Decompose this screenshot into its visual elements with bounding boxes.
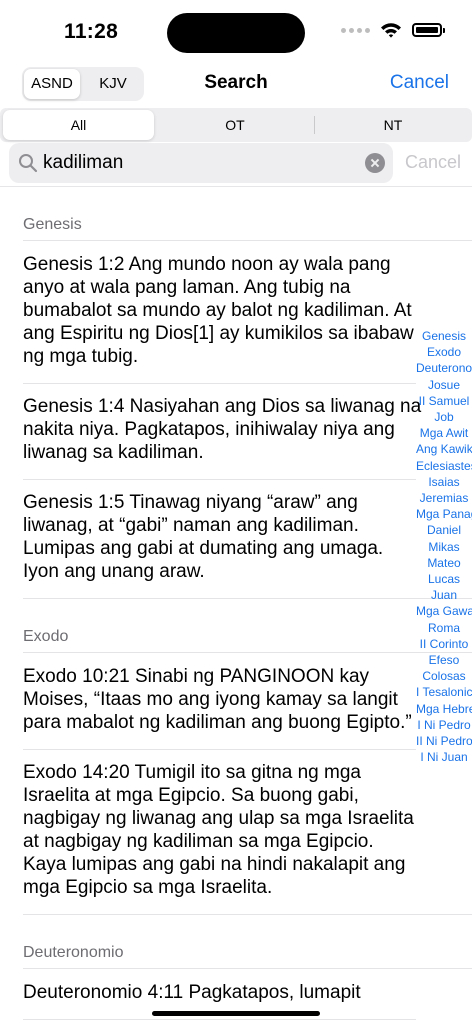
verse-result[interactable]: Genesis 1:4 Nasiyahan ang Dios sa liwana… [0,384,472,480]
scope-option-nt[interactable]: NT [316,110,470,140]
home-indicator[interactable] [152,1011,320,1016]
index-item[interactable]: II Ni Pedro [416,733,472,749]
index-item[interactable]: Mga Awit [416,425,472,441]
index-item[interactable]: II Samuel [416,393,472,409]
section-header-deuteronomio: Deuteronomio [0,915,472,969]
index-item[interactable]: Jeremias [416,490,472,506]
section-header-exodo: Exodo [0,599,472,653]
index-item[interactable]: Colosas [416,668,472,684]
search-field[interactable] [9,143,393,183]
battery-icon [412,23,445,37]
index-item[interactable]: Job [416,409,472,425]
index-item[interactable]: Daniel [416,522,472,538]
book-index-bar[interactable]: Genesis Exodo Deuteronomio Josue II Samu… [416,328,472,765]
index-item[interactable]: Ang Kawikaan [416,441,472,457]
cellular-signal-icon [341,27,370,33]
index-item[interactable]: I Ni Pedro [416,717,472,733]
index-item[interactable]: Juan [416,587,472,603]
index-item[interactable]: Josue [416,377,472,393]
index-item[interactable]: Isaias [416,474,472,490]
wifi-icon [381,23,401,38]
index-item[interactable]: Eclesiastes [416,458,472,474]
index-item[interactable]: Efeso [416,652,472,668]
index-item[interactable]: I Tesalonica [416,684,472,700]
search-results-list[interactable]: Genesis Genesis 1:2 Ang mundo noon ay wa… [0,187,472,1024]
index-item[interactable]: Mga Panaghoy [416,506,472,522]
index-item[interactable]: II Corinto [416,636,472,652]
nav-cancel-button[interactable]: Cancel [390,72,449,94]
verse-result[interactable]: Exodo 10:21 Sinabi ng PANGINOON kay Mois… [0,653,472,750]
index-item[interactable]: I Ni Juan [416,749,472,765]
section-header-genesis: Genesis [0,187,472,241]
dynamic-island [167,13,305,53]
verse-result[interactable]: Genesis 1:5 Tinawag niyang “araw” ang li… [0,480,472,599]
status-time: 11:28 [64,20,119,43]
index-item[interactable]: Exodo [416,344,472,360]
status-indicators [341,22,445,38]
index-item[interactable]: Deuteronomio [416,360,472,376]
search-icon [19,154,38,173]
navigation-bar: ASND KJV Search Cancel [0,64,472,108]
index-item[interactable]: Mga Hebreo [416,701,472,717]
index-item[interactable]: Roma [416,620,472,636]
status-bar: 11:28 [0,0,472,64]
index-item[interactable]: Mikas [416,539,472,555]
clear-search-icon[interactable] [365,153,385,173]
scope-divider [314,116,315,134]
index-item[interactable]: Genesis [416,328,472,344]
search-row: Cancel [0,142,472,186]
testament-scope-selector: All OT NT [0,108,472,142]
search-cancel-button[interactable]: Cancel [405,152,461,173]
index-item[interactable]: Mateo [416,555,472,571]
verse-result[interactable]: Genesis 1:2 Ang mundo noon ay wala pang … [0,241,472,384]
scope-option-ot[interactable]: OT [157,110,313,140]
verse-result[interactable]: Exodo 14:20 Tumigil ito sa gitna ng mga … [0,750,472,915]
scope-option-all[interactable]: All [3,110,154,140]
search-input[interactable] [43,143,353,183]
index-item[interactable]: Mga Gawa [416,603,472,619]
index-item[interactable]: Lucas [416,571,472,587]
